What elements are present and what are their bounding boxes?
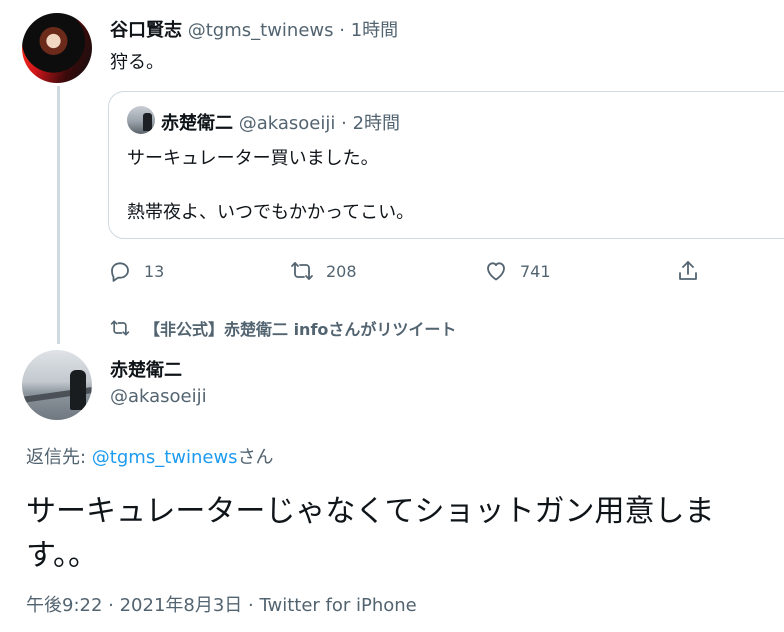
retweet-button[interactable]: 208 (290, 259, 357, 283)
share-button[interactable] (676, 259, 700, 283)
quoted-display-name: 赤楚衛二 (161, 113, 233, 134)
separator: · (339, 20, 345, 41)
retweet-icon (291, 262, 313, 280)
quoted-tweet-header: 赤楚衛二 @akasoeiji · 2時間 (161, 109, 400, 135)
thread-connector-line (57, 86, 60, 344)
tweet-timestamp[interactable]: 午後9:22 · 2021年8月3日 · Twitter for iPhone (26, 591, 417, 617)
quoted-tweet-card[interactable]: 赤楚衛二 @akasoeiji · 2時間 サーキュレーター買いました。 熱帯夜… (108, 91, 784, 239)
quoted-tweet-time: 2時間 (352, 113, 401, 134)
separator: · (341, 113, 347, 134)
reply-to-line: 返信先: @tgms_twinewsさん (26, 443, 274, 469)
retweet-icon (110, 320, 130, 336)
quoted-user-handle: @akasoeiji (238, 113, 336, 134)
retweet-count: 208 (326, 261, 357, 281)
retweet-context-text: 【非公式】赤楚衛二 infoさんがリツイート (144, 320, 457, 339)
quoted-tweet-text-line1: サーキュレーター買いました。 (127, 148, 379, 169)
user-handle[interactable]: @akasoeiji (110, 386, 207, 407)
tweet-header: 谷口賢志 @tgms_twinews · 1時間 (110, 16, 398, 42)
like-button[interactable]: 741 (484, 259, 551, 283)
main-tweet-text: サーキュレーターじゃなくてショットガン用意します。。 (26, 494, 715, 573)
tweet-actions: 13 208 741 (0, 258, 784, 284)
reply-prefix: 返信先: (26, 447, 92, 468)
quoted-tweet-text-line2: 熱帯夜よ、いつでもかかってこい。 (127, 202, 415, 223)
like-count: 741 (520, 261, 551, 281)
tweet-time[interactable]: 1時間 (351, 20, 398, 41)
reply-count: 13 (144, 261, 165, 281)
heart-icon (487, 262, 505, 281)
avatar[interactable] (22, 13, 92, 83)
display-name[interactable]: 赤楚衛二 (110, 356, 182, 382)
display-name[interactable]: 谷口賢志 (110, 20, 182, 41)
reply-button[interactable]: 13 (108, 259, 164, 283)
reply-icon (111, 262, 129, 282)
share-icon (679, 261, 697, 280)
quoted-avatar (127, 106, 155, 134)
retweet-context[interactable]: 【非公式】赤楚衛二 infoさんがリツイート (110, 316, 456, 340)
reply-handle-link[interactable]: @tgms_twinews (92, 447, 238, 468)
avatar[interactable] (22, 350, 92, 420)
tweet-text: 狩る。 (110, 52, 164, 73)
user-handle[interactable]: @tgms_twinews (188, 20, 334, 41)
reply-suffix: さん (237, 447, 274, 468)
